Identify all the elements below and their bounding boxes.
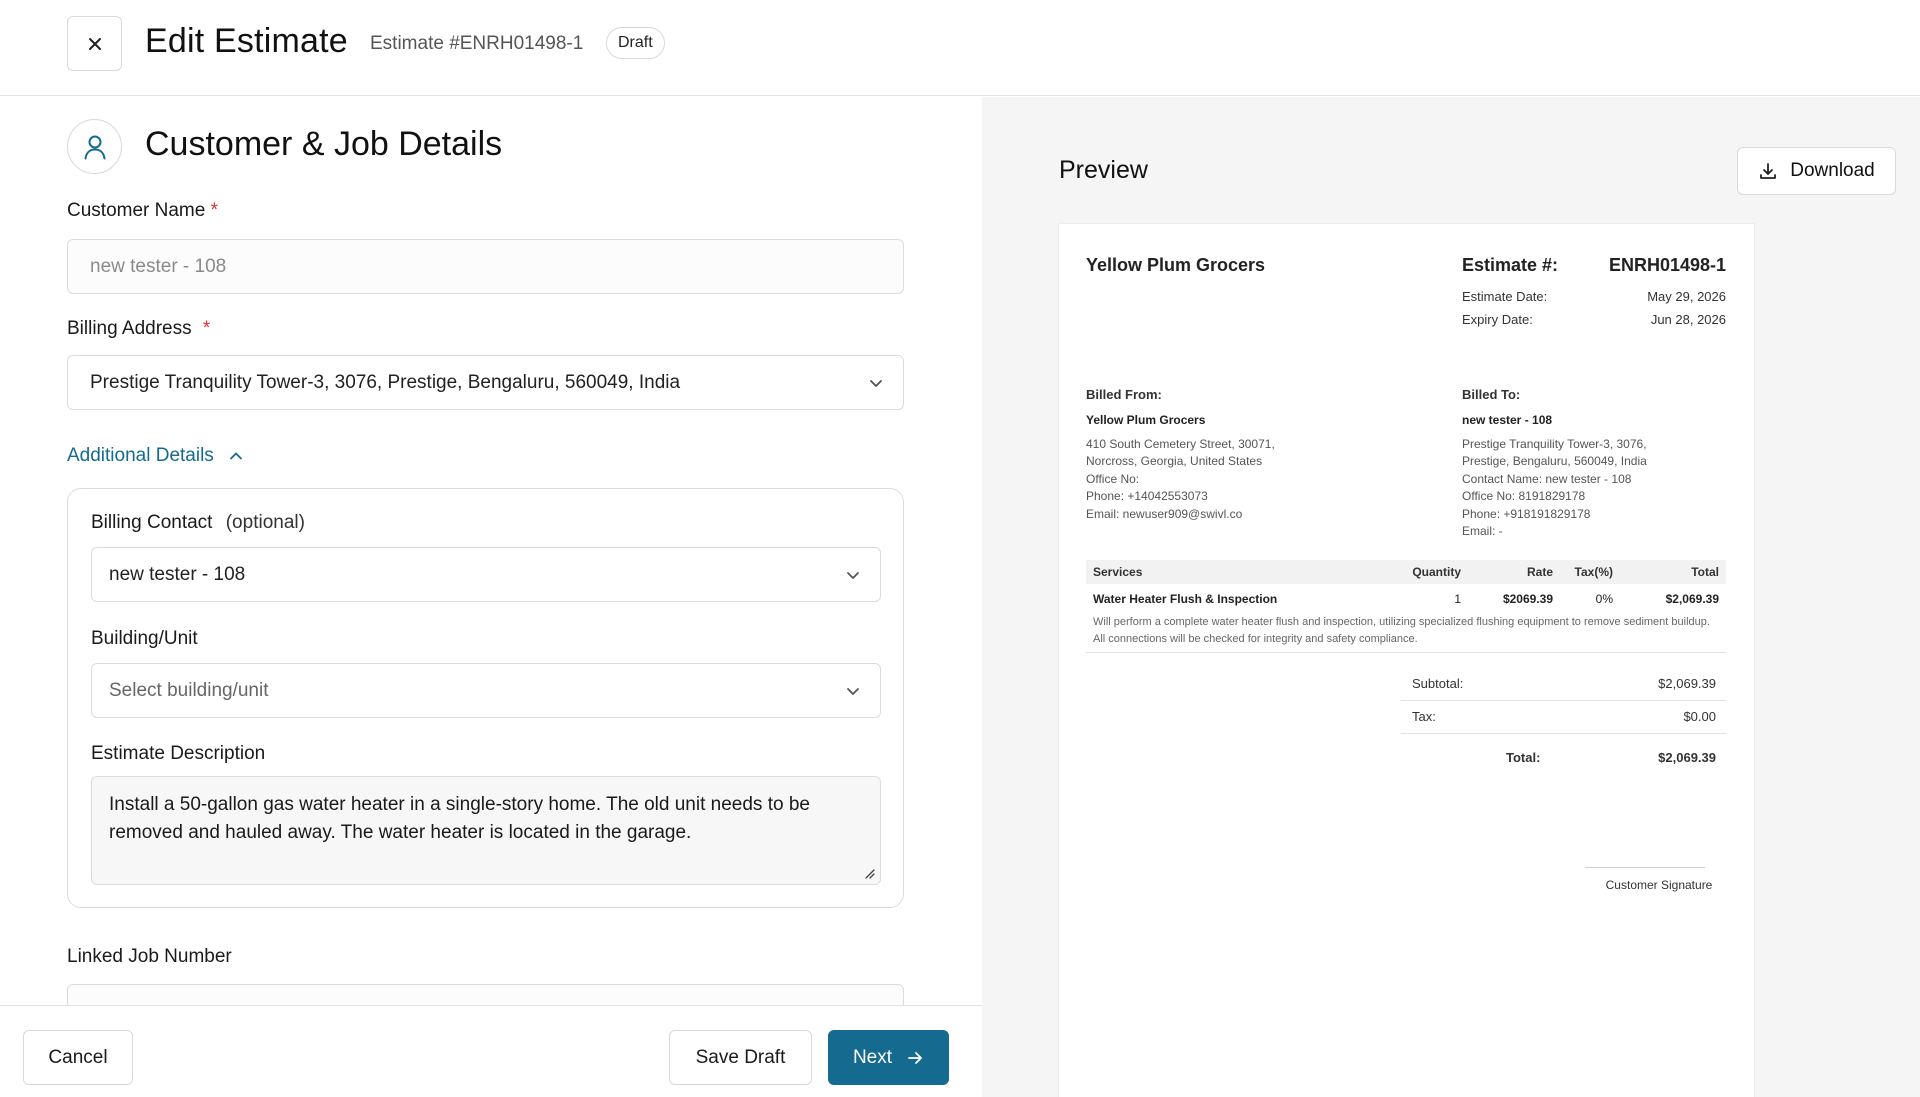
chevron-down-icon <box>847 571 859 579</box>
row-tax: 0% <box>1595 592 1613 606</box>
building-unit-placeholder: Select building/unit <box>109 679 269 701</box>
user-icon <box>67 119 122 174</box>
row-total: $2,069.39 <box>1665 592 1719 606</box>
doc-estimate-date-label: Estimate Date: <box>1462 289 1548 304</box>
optional-tag: (optional) <box>225 512 305 533</box>
arrow-right-icon <box>908 1051 922 1064</box>
billing-address-label-text: Billing Address <box>67 318 192 339</box>
header-services: Services <box>1093 565 1143 579</box>
resize-handle-icon[interactable] <box>863 867 875 879</box>
chevron-down-icon <box>870 379 882 387</box>
billed-to-heading: Billed To: <box>1462 387 1521 402</box>
customer-name-label: Customer Name * <box>67 200 218 222</box>
billed-from-line: 410 South Cemetery Street, 30071, <box>1086 437 1275 451</box>
row-rate: $2069.39 <box>1502 592 1553 606</box>
billed-from-line: Phone: +14042553073 <box>1086 489 1208 503</box>
table-header: Services Quantity Rate Tax(%) Total <box>1086 560 1726 584</box>
billing-address-label: Billing Address * <box>67 318 210 340</box>
additional-details-panel: Billing Contact (optional) new tester - … <box>67 488 904 908</box>
row-service: Water Heater Flush & Inspection <box>1093 592 1278 606</box>
page-title: Edit Estimate <box>145 22 348 60</box>
billing-contact-label: Billing Contact (optional) <box>91 512 305 534</box>
estimate-description-label: Estimate Description <box>91 743 266 764</box>
preview-panel: Preview Download Yellow Plum Grocers Est… <box>982 97 1920 1097</box>
totals-divider <box>1401 733 1726 734</box>
subtotal-label: Subtotal: <box>1412 676 1464 691</box>
download-icon <box>1760 163 1777 179</box>
header-tax: Tax(%) <box>1574 565 1613 579</box>
form-panel: Customer & Job Details Customer Name * n… <box>0 97 982 1005</box>
chevron-down-icon <box>847 687 859 695</box>
billed-to-line: Prestige Tranquility Tower-3, 3076, <box>1462 437 1647 451</box>
save-draft-button[interactable]: Save Draft <box>669 1030 812 1085</box>
billed-from-name: Yellow Plum Grocers <box>1086 413 1206 427</box>
total-label: Total: <box>1506 750 1541 765</box>
doc-estimate-date: May 29, 2026 <box>1647 289 1726 304</box>
billing-contact-label-text: Billing Contact <box>91 512 213 533</box>
row-quantity: 1 <box>1454 592 1461 606</box>
billed-from-heading: Billed From: <box>1086 387 1162 402</box>
tax-value: $0.00 <box>1683 709 1716 724</box>
top-bar: Edit Estimate Estimate #ENRH01498-1 Draf… <box>0 0 1920 96</box>
header-quantity: Quantity <box>1412 565 1461 579</box>
doc-expiry-date-label: Expiry Date: <box>1462 312 1533 327</box>
billed-from-line: Office No: <box>1086 472 1140 486</box>
close-icon <box>88 37 101 50</box>
linked-job-label: Linked Job Number <box>67 946 232 967</box>
totals-divider <box>1401 700 1726 701</box>
billed-to-line: Office No: 8191829178 <box>1462 489 1586 503</box>
subtotal-value: $2,069.39 <box>1658 676 1716 691</box>
billed-to-line: Email: - <box>1462 524 1503 538</box>
doc-expiry-date: Jun 28, 2026 <box>1650 312 1726 327</box>
building-unit-select[interactable]: Select building/unit <box>91 663 881 718</box>
customer-name-placeholder: new tester - 108 <box>90 255 227 277</box>
status-badge: Draft <box>606 27 665 59</box>
estimate-description-value: Install a 50-gallon gas water heater in … <box>109 794 810 843</box>
linked-job-input[interactable] <box>67 984 904 1005</box>
billing-contact-select[interactable]: new tester - 108 <box>91 547 881 602</box>
billing-address-select[interactable]: Prestige Tranquility Tower-3, 3076, Pres… <box>67 355 904 410</box>
doc-estimate-label: Estimate #: <box>1462 255 1559 275</box>
customer-name-label-text: Customer Name <box>67 200 206 221</box>
cancel-button[interactable]: Cancel <box>23 1030 133 1085</box>
services-table: Services Quantity Rate Tax(%) Total Wate… <box>1086 560 1726 653</box>
header-total: Total <box>1691 565 1719 579</box>
preview-title: Preview <box>1059 156 1148 184</box>
doc-estimate-number: ENRH01498-1 <box>1608 255 1726 275</box>
required-mark: * <box>210 200 219 221</box>
section-title: Customer & Job Details <box>145 125 503 163</box>
next-button-label: Next <box>852 1046 893 1068</box>
additional-details-toggle[interactable]: Additional Details <box>67 445 244 467</box>
building-unit-label: Building/Unit <box>91 628 198 649</box>
download-button[interactable]: Download <box>1737 147 1896 195</box>
tax-label: Tax: <box>1412 709 1436 724</box>
billing-address-value: Prestige Tranquility Tower-3, 3076, Pres… <box>90 371 681 393</box>
chevron-up-icon <box>229 452 242 460</box>
billing-contact-value: new tester - 108 <box>109 563 246 585</box>
table-row: Water Heater Flush & Inspection 1 $2069.… <box>1086 584 1726 614</box>
estimate-reference: Estimate #ENRH01498-1 <box>370 33 584 54</box>
billed-from-line: Norcross, Georgia, United States <box>1086 454 1263 468</box>
total-value: $2,069.39 <box>1658 750 1716 765</box>
required-mark: * <box>202 318 211 339</box>
doc-business-name: Yellow Plum Grocers <box>1086 255 1266 275</box>
signature-line <box>1585 867 1705 868</box>
close-button[interactable] <box>67 16 122 71</box>
estimate-description-textarea[interactable]: Install a 50-gallon gas water heater in … <box>91 776 881 885</box>
billed-from-line: Email: newuser909@swivl.co <box>1086 507 1243 521</box>
row-description: Will perform a complete water heater flu… <box>1086 614 1726 653</box>
signature-label: Customer Signature <box>1605 878 1713 892</box>
billed-to-line: Prestige, Bengaluru, 560049, India <box>1462 454 1647 468</box>
form-footer: Cancel Save Draft Next <box>0 1005 982 1097</box>
billed-to-line: Contact Name: new tester - 108 <box>1462 472 1632 486</box>
billed-to-name: new tester - 108 <box>1462 413 1553 427</box>
header-rate: Rate <box>1526 565 1553 579</box>
download-label: Download <box>1790 160 1875 181</box>
customer-name-input[interactable]: new tester - 108 <box>67 239 904 294</box>
next-button[interactable]: Next <box>828 1030 949 1085</box>
additional-details-label: Additional Details <box>67 445 214 466</box>
billed-to-line: Phone: +918191829178 <box>1462 507 1591 521</box>
estimate-document: Yellow Plum Grocers Estimate #: ENRH0149… <box>1058 223 1755 1097</box>
